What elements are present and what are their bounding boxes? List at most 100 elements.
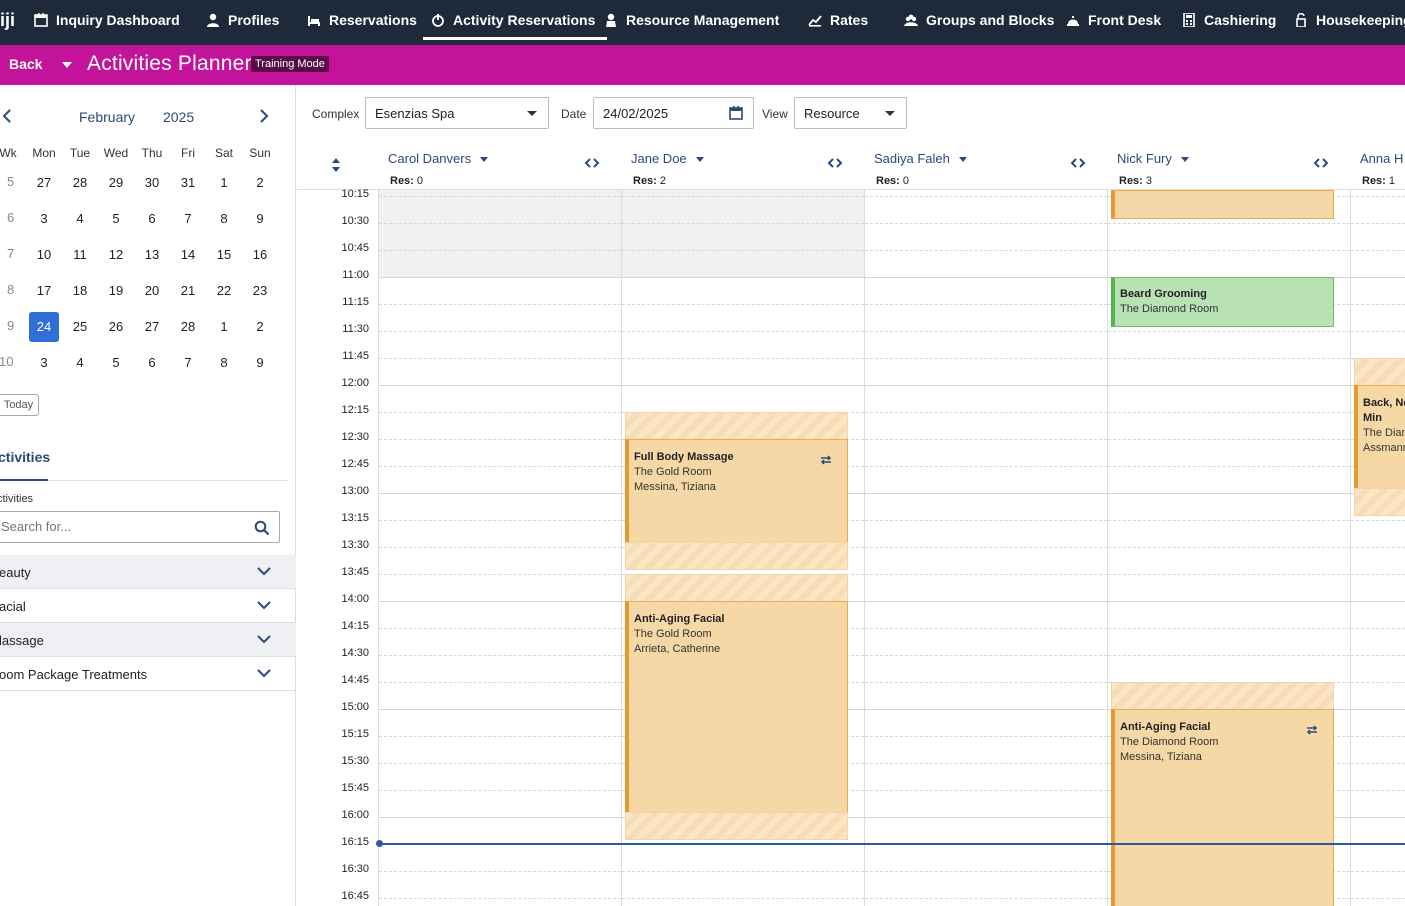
appointment-card[interactable]: Full Body Massage The Gold Room Messina,… <box>625 439 848 543</box>
calendar-day[interactable]: 8 <box>209 348 239 378</box>
calendar-month[interactable]: February <box>79 109 135 125</box>
date-field[interactable]: 24/02/2025 <box>593 97 754 129</box>
nav-rates[interactable]: Rates <box>808 0 868 40</box>
calendar-day[interactable]: 20 <box>137 276 167 306</box>
appointment-card[interactable]: Anti-Aging Facial The Diamond Room Messi… <box>1111 709 1334 906</box>
calendar-day[interactable]: 17 <box>29 276 59 306</box>
calendar-day[interactable]: 19 <box>101 276 131 306</box>
resource-header-nick-fury[interactable]: Nick Fury Res: 3 <box>1107 142 1350 190</box>
appointment-card[interactable]: Back, Ne Min The Dian Assmann <box>1354 385 1405 489</box>
appointment-card[interactable] <box>1111 190 1334 219</box>
calendar-day[interactable]: 24 <box>29 312 59 342</box>
calendar-day[interactable]: 28 <box>65 168 95 198</box>
calendar-day[interactable]: 4 <box>65 348 95 378</box>
nav-profiles[interactable]: Profiles <box>206 0 279 40</box>
resource-name[interactable]: Sadiya Faleh <box>874 151 950 166</box>
resource-name[interactable]: Carol Danvers <box>388 151 471 166</box>
calendar-day[interactable]: 1 <box>209 168 239 198</box>
nav-groups-and-blocks[interactable]: Groups and Blocks <box>904 0 1054 40</box>
appointment-card[interactable]: Beard Grooming The Diamond Room <box>1111 277 1334 327</box>
expand-icon[interactable] <box>584 157 600 169</box>
activity-search[interactable] <box>0 511 280 543</box>
calendar-day[interactable]: 16 <box>245 240 275 270</box>
resource-header-jane-doe[interactable]: Jane Doe Res: 2 <box>621 142 864 190</box>
calendar-day[interactable]: 18 <box>65 276 95 306</box>
calendar-day[interactable]: 10 <box>29 240 59 270</box>
expand-icon[interactable] <box>827 157 843 169</box>
calendar-day[interactable]: 28 <box>173 312 203 342</box>
calendar-day[interactable]: 30 <box>137 168 167 198</box>
chevron-down-icon[interactable] <box>958 157 967 163</box>
category-row[interactable]: acial <box>0 589 296 623</box>
nav-resource-management[interactable]: Resource Management <box>604 0 779 40</box>
category-row[interactable]: lassage <box>0 623 296 657</box>
calendar-day[interactable]: 5 <box>101 204 131 234</box>
calendar-day[interactable]: 3 <box>29 204 59 234</box>
calendar-day[interactable]: 9 <box>245 348 275 378</box>
calendar-day[interactable]: 25 <box>65 312 95 342</box>
calendar-day[interactable]: 9 <box>245 204 275 234</box>
nav-cashiering[interactable]: Cashiering <box>1182 0 1276 40</box>
nav-inquiry-dashboard[interactable]: Inquiry Dashboard <box>34 0 180 40</box>
back-button[interactable]: Back <box>9 56 42 72</box>
calendar-day[interactable]: 12 <box>101 240 131 270</box>
recurring-icon[interactable] <box>819 454 833 466</box>
expand-icon[interactable] <box>1313 157 1329 169</box>
resource-name[interactable]: Jane Doe <box>631 151 687 166</box>
calendar-day[interactable]: 1 <box>209 312 239 342</box>
tab-activities[interactable]: ctivities <box>0 449 50 465</box>
next-month-icon[interactable] <box>259 109 269 123</box>
chevron-down-icon[interactable] <box>62 62 72 68</box>
calendar-day[interactable]: 21 <box>173 276 203 306</box>
calendar-day[interactable]: 26 <box>101 312 131 342</box>
calendar-day[interactable]: 7 <box>173 204 203 234</box>
resource-column[interactable] <box>378 190 621 906</box>
calendar-icon[interactable] <box>728 105 744 121</box>
calendar-day[interactable]: 8 <box>209 204 239 234</box>
calendar-day[interactable]: 6 <box>137 348 167 378</box>
resource-column[interactable] <box>864 190 1107 906</box>
calendar-day[interactable]: 6 <box>137 204 167 234</box>
calendar-day[interactable]: 3 <box>29 348 59 378</box>
calendar-day[interactable]: 27 <box>29 168 59 198</box>
resource-column[interactable] <box>1350 190 1405 906</box>
calendar-day[interactable]: 4 <box>65 204 95 234</box>
search-input[interactable] <box>1 519 241 534</box>
search-icon[interactable] <box>254 520 270 536</box>
complex-select[interactable]: Esenzias Spa <box>365 97 549 129</box>
resource-header-carol-danvers[interactable]: Carol Danvers Res: 0 <box>378 142 621 190</box>
appointment-card[interactable]: Anti-Aging Facial The Gold Room Arrieta,… <box>625 601 848 813</box>
calendar-day[interactable]: 29 <box>101 168 131 198</box>
app-logo[interactable]: iji <box>0 10 18 32</box>
calendar-day[interactable]: 13 <box>137 240 167 270</box>
prev-month-icon[interactable] <box>2 109 12 123</box>
nav-housekeeping[interactable]: Housekeeping <box>1294 0 1405 40</box>
calendar-day[interactable]: 23 <box>245 276 275 306</box>
category-row[interactable]: eauty <box>0 555 296 589</box>
chevron-down-icon[interactable] <box>257 600 271 610</box>
calendar-day[interactable]: 22 <box>209 276 239 306</box>
calendar-day[interactable]: 2 <box>245 312 275 342</box>
resource-header-sadiya-faleh[interactable]: Sadiya Faleh Res: 0 <box>864 142 1107 190</box>
nav-front-desk[interactable]: Front Desk <box>1066 0 1161 40</box>
chevron-down-icon[interactable] <box>257 668 271 678</box>
view-select[interactable]: Resource <box>794 97 907 129</box>
category-row[interactable]: oom Package Treatments <box>0 657 296 691</box>
calendar-day[interactable]: 27 <box>137 312 167 342</box>
recurring-icon[interactable] <box>1305 724 1319 736</box>
chevron-down-icon[interactable] <box>257 634 271 644</box>
expand-icon[interactable] <box>1070 157 1086 169</box>
calendar-day[interactable]: 5 <box>101 348 131 378</box>
resource-header-anna-h[interactable]: Anna H Res: 1 <box>1350 142 1405 190</box>
calendar-day[interactable]: 7 <box>173 348 203 378</box>
chevron-down-icon[interactable] <box>257 566 271 576</box>
calendar-day[interactable]: 11 <box>65 240 95 270</box>
calendar-day[interactable]: 2 <box>245 168 275 198</box>
chevron-down-icon[interactable] <box>695 157 704 163</box>
sort-icon[interactable] <box>330 156 342 174</box>
today-button[interactable]: Today <box>0 394 39 416</box>
resource-name[interactable]: Anna H <box>1360 151 1403 166</box>
chevron-down-icon[interactable] <box>1180 157 1189 163</box>
resource-name[interactable]: Nick Fury <box>1117 151 1172 166</box>
calendar-year[interactable]: 2025 <box>163 109 194 125</box>
